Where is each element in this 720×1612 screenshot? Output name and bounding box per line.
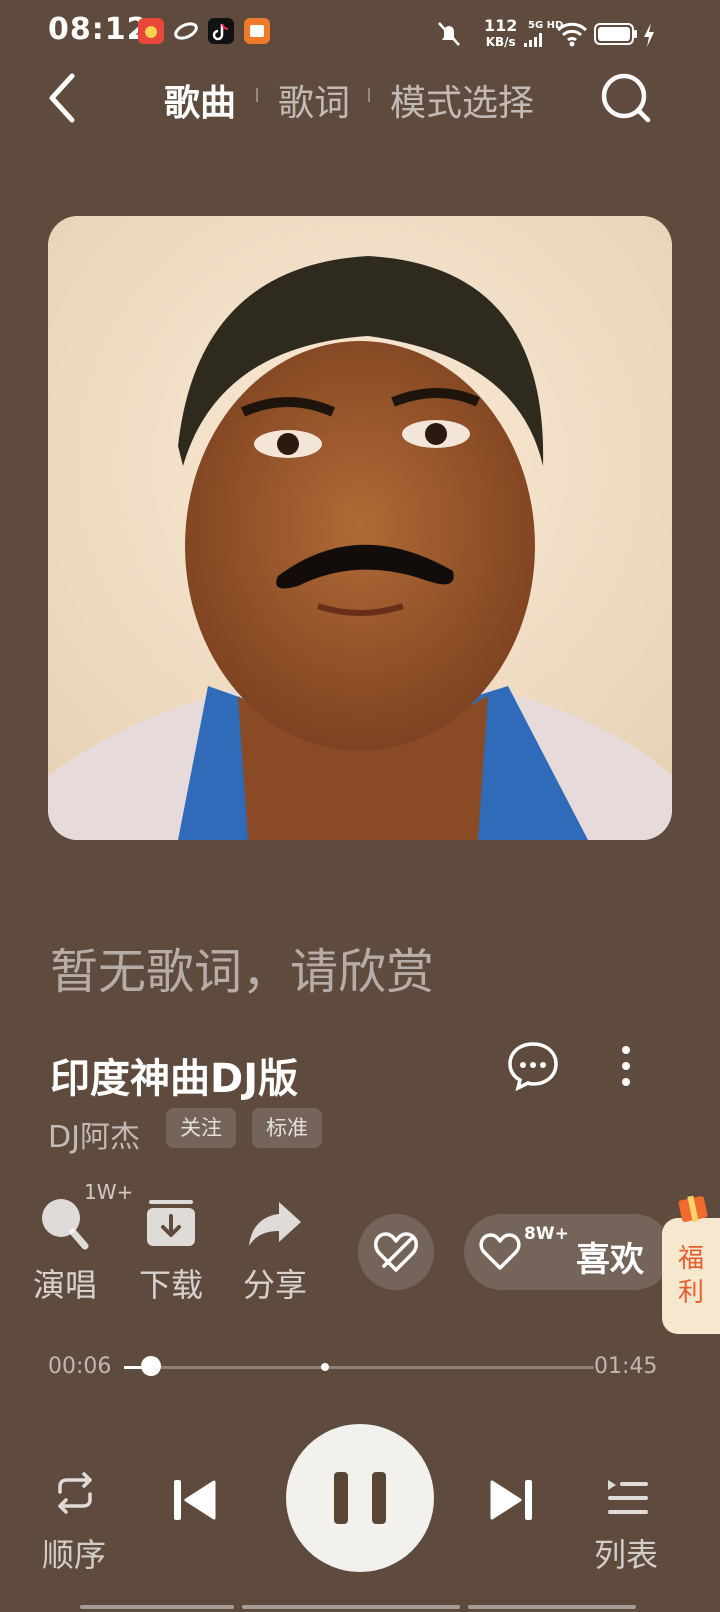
search-icon [601,73,651,123]
tab-lyrics[interactable]: 歌词 [278,74,350,126]
gesture-bar-center[interactable] [242,1605,460,1609]
previous-track-icon [174,1480,216,1520]
song-title: 印度神曲DJ版 [50,1056,299,1102]
share-label: 分享 [242,1266,307,1304]
lyrics-placeholder: 暂无歌词，请欣赏 [50,944,435,1000]
charging-icon [642,22,656,52]
app-icon-link [172,18,198,44]
previous-button[interactable] [172,1478,218,1526]
tab-divider [256,88,258,102]
play-pause-button[interactable] [286,1424,434,1572]
share-button[interactable]: 分享 [230,1196,320,1306]
welfare-label-1: 福 [677,1244,704,1274]
net-speed-value: 112 [484,16,518,35]
repeat-mode-label: 顺序 [42,1536,107,1574]
search-button[interactable] [598,70,654,130]
pause-icon [334,1472,386,1524]
tiktok-icon [208,18,234,44]
app-icon-red [138,18,164,44]
heart-icon [479,1233,521,1270]
tab-song[interactable]: 歌曲 [164,74,236,126]
net-speed-unit: KB/s [485,35,516,49]
microphone-icon [42,1199,89,1250]
like-label: 喜欢 [576,1240,644,1280]
sing-button[interactable]: 演唱 [20,1196,110,1306]
next-track-icon [490,1480,532,1520]
sing-label: 演唱 [32,1266,97,1304]
current-time: 00:06 [48,1354,112,1379]
wifi-icon [556,22,588,52]
share-icon [249,1202,301,1246]
net-speed: 112 KB/s [484,18,517,50]
download-label: 下载 [138,1266,203,1304]
repeat-icon [58,1472,92,1514]
mute-icon [436,20,462,52]
gesture-bar-right [468,1605,636,1609]
progress-track[interactable] [124,1366,594,1369]
artist-name[interactable]: DJ阿杰 [48,1112,140,1156]
gesture-bar-left [80,1605,234,1609]
next-button[interactable] [488,1478,534,1526]
heart-slash-icon [374,1232,418,1272]
download-button[interactable]: 下载 [126,1196,216,1306]
more-vertical-icon [622,1046,630,1086]
more-button[interactable] [616,1044,636,1092]
battery-icon [594,22,638,50]
album-cover [48,216,672,840]
tab-divider [368,88,370,102]
playlist-icon [608,1480,648,1514]
back-button[interactable] [40,70,84,130]
like-count: 8W+ [524,1224,569,1244]
repeat-mode-button[interactable] [52,1470,98,1520]
app-icon-orange [244,18,270,44]
progress-thumb[interactable] [141,1356,161,1376]
status-time: 08:12 [48,12,149,47]
download-icon [147,1200,195,1246]
dislike-button[interactable] [358,1214,434,1290]
welfare-tab[interactable]: 福 利 [662,1195,720,1334]
progress-marker [321,1363,329,1371]
tab-mode-select[interactable]: 模式选择 [390,74,534,126]
status-bar: 08:12 112 KB/s 5G HD [0,0,720,64]
gift-icon [678,1195,708,1223]
back-arrow-icon [49,73,75,123]
signal-icon [524,32,548,51]
follow-button[interactable]: 关注 [166,1108,236,1148]
total-time: 01:45 [594,1354,658,1379]
album-cover-image [48,216,672,840]
welfare-label-2: 利 [677,1278,704,1308]
playlist-label: 列表 [594,1536,659,1574]
playlist-button[interactable] [604,1476,650,1524]
quality-button[interactable]: 标准 [252,1108,322,1148]
comment-button[interactable] [506,1040,560,1096]
comment-icon [508,1042,558,1092]
